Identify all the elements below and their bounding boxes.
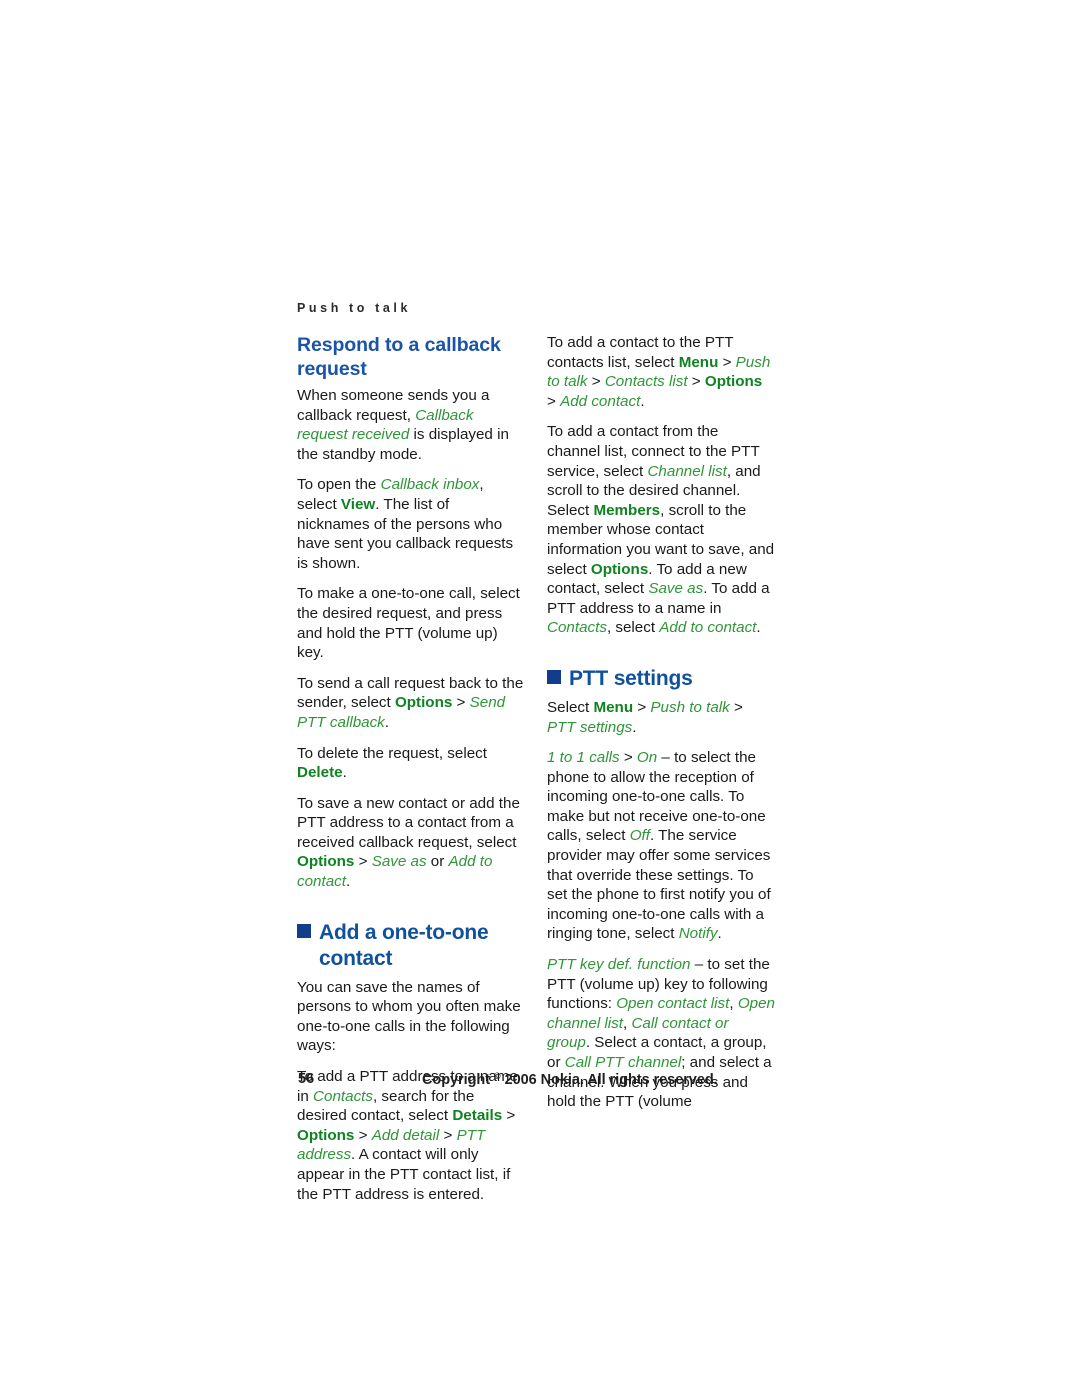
ui-term: PTT key def. function: [547, 956, 691, 974]
text-run: ,: [729, 995, 738, 1013]
ui-term: Contacts list: [604, 373, 688, 391]
text-run: . The service provider may offer some se…: [547, 827, 771, 943]
ui-command: Details: [452, 1107, 503, 1125]
ui-command: Menu: [593, 698, 634, 716]
running-header: Push to talk: [297, 301, 412, 315]
section-heading-ptt-settings: PTT settings: [547, 666, 775, 692]
paragraph-add-contact-from-channel-list: To add a contact from the channel list, …: [547, 422, 775, 638]
text-run: To save a new contact or add the PTT add…: [297, 794, 520, 851]
separator: >: [619, 749, 637, 767]
separator: >: [718, 353, 736, 371]
separator: >: [547, 392, 561, 410]
paragraph-send-call-request-back: To send a call request back to the sende…: [297, 674, 525, 733]
ui-term: Save as: [648, 580, 704, 598]
separator: >: [502, 1107, 516, 1125]
separator: >: [633, 698, 651, 716]
square-bullet-icon: [547, 669, 561, 684]
paragraph-add-contact-to-ptt-list: To add a contact to the PTT contacts lis…: [547, 333, 775, 411]
ui-term: Channel list: [647, 462, 727, 480]
text-run: Select: [547, 698, 594, 716]
separator: >: [452, 694, 470, 712]
ui-command: Members: [593, 501, 661, 519]
ui-command: Options: [590, 560, 649, 578]
square-bullet-icon: [297, 923, 311, 938]
text-run: .: [640, 392, 645, 410]
copyright-text-post: 2006 Nokia. All rights reserved.: [500, 1072, 718, 1088]
ui-term: Push to talk: [650, 698, 730, 716]
paragraph-1-to-1-calls-setting: 1 to 1 calls > On – to select the phone …: [547, 748, 775, 944]
text-run: .: [342, 764, 347, 782]
copyright-symbol: ©: [494, 1071, 501, 1081]
ui-term: Notify: [678, 925, 718, 943]
ui-command: Delete: [297, 764, 343, 782]
separator: >: [354, 1126, 372, 1144]
ui-term: Contacts: [547, 619, 607, 637]
two-column-body: Respond to a callback request When someo…: [297, 333, 780, 1203]
ui-term: On: [636, 749, 658, 767]
ui-term: Open contact list: [616, 995, 730, 1013]
section-heading-respond-to-a-callback-request: Respond to a callback request: [297, 334, 501, 380]
paragraph-make-one-to-one-call: To make a one-to-one call, select the de…: [297, 585, 520, 662]
ui-term: Call PTT channel: [564, 1054, 682, 1071]
ui-term: Add detail: [371, 1126, 440, 1144]
ui-term: Contacts: [313, 1087, 373, 1105]
right-column: To add a contact to the PTT contacts lis…: [547, 333, 775, 1112]
ui-term: Save as: [371, 853, 427, 871]
separator: >: [729, 698, 743, 716]
paragraph-open-callback-inbox: To open the Callback inbox, select View.…: [297, 475, 525, 573]
copyright-text-pre: Copyright: [422, 1072, 494, 1088]
paragraph-save-names-intro: You can save the names of persons to who…: [297, 978, 521, 1055]
section-heading-add-a-one-to-one-contact: Add a one-to-one contact: [297, 920, 525, 972]
paragraph-ptt-key-def-function-setting: PTT key def. function – to set the PTT (…: [547, 955, 775, 1112]
ui-term: PTT settings: [547, 718, 633, 736]
heading-label: Add a one-to-one contact: [319, 920, 489, 970]
ui-command: Options: [297, 1126, 355, 1144]
paragraph-select-menu-ptt-settings: Select Menu > Push to talk > PTT setting…: [547, 698, 775, 737]
heading-label: PTT settings: [569, 666, 693, 690]
text-run: , select: [606, 619, 660, 637]
manual-page: Push to talk Respond to a callback reque…: [0, 0, 1080, 1397]
ui-term: Add contact: [560, 392, 641, 410]
page-number: 56: [298, 1071, 315, 1087]
text-run: or: [426, 853, 449, 871]
separator: >: [587, 373, 605, 391]
text-run: .: [345, 873, 351, 891]
text-run: .: [632, 718, 637, 736]
separator: >: [354, 853, 372, 871]
text-run: .: [756, 619, 761, 637]
paragraph-callback-received: When someone sends you a callback reques…: [297, 386, 525, 464]
text-run: .: [384, 713, 390, 731]
text-run: To delete the request, select: [297, 744, 487, 762]
ui-term: Callback inbox: [380, 476, 480, 494]
copyright-notice: Copyright © 2006 Nokia. All rights reser…: [422, 1071, 718, 1088]
ui-term: Add to contact: [659, 619, 757, 637]
paragraph-delete-request: To delete the request, select Delete.: [297, 744, 525, 783]
paragraph-save-new-contact: To save a new contact or add the PTT add…: [297, 794, 525, 892]
ui-term: Off: [629, 827, 650, 845]
ui-command: Menu: [678, 353, 719, 371]
ui-term: 1 to 1 calls: [547, 749, 620, 767]
separator: >: [687, 373, 705, 391]
text-run: .: [717, 925, 722, 943]
ui-command: View: [340, 495, 376, 513]
ui-command: Options: [394, 694, 453, 712]
separator: >: [439, 1126, 457, 1144]
ui-command: Options: [297, 853, 355, 871]
ui-command: Options: [704, 373, 763, 391]
text-run: To open the: [297, 476, 381, 494]
